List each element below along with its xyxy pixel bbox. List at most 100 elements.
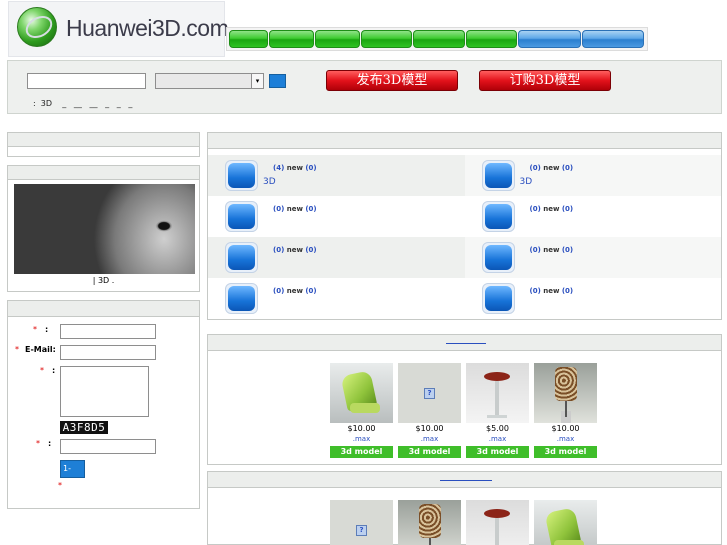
category-new-label: new: [286, 205, 303, 213]
models-panel-featured: ?: [207, 471, 722, 545]
category-item[interactable]: (0) new (0): [464, 237, 721, 278]
model-card[interactable]: [398, 500, 461, 545]
left-panel-empty: [7, 132, 200, 157]
model-price: $5.00: [486, 424, 509, 433]
model-tag[interactable]: 3d model: [398, 446, 461, 458]
model-thumbnail[interactable]: [466, 363, 529, 423]
nav-item-6[interactable]: [465, 30, 518, 48]
model-thumbnail[interactable]: [398, 500, 461, 545]
dots-icon[interactable]: [225, 201, 258, 232]
category-new-label: new: [543, 246, 560, 254]
model-card[interactable]: ?: [330, 500, 393, 545]
nav-item-2[interactable]: [268, 30, 315, 48]
model-thumbnail[interactable]: [534, 363, 597, 423]
model-thumbnail[interactable]: [466, 500, 529, 545]
nav-item-8[interactable]: [581, 30, 645, 48]
chevron-down-icon[interactable]: ▾: [251, 74, 263, 88]
category-item[interactable]: (0) new (0): [464, 196, 721, 237]
category-new-count: (0): [305, 246, 317, 254]
order-model-button[interactable]: 订购3D模型: [479, 70, 611, 91]
category-new-label: new: [286, 287, 303, 295]
category-item[interactable]: (0) new (0) 3D: [464, 155, 721, 196]
banner-image[interactable]: [14, 184, 195, 274]
nav-item-4[interactable]: [360, 30, 413, 48]
category-stats: (0) new (0): [530, 246, 574, 254]
category-name[interactable]: 3D: [520, 177, 533, 187]
model-tag[interactable]: 3d model: [466, 446, 529, 458]
model-card[interactable]: $5.00 .max 3d model: [466, 363, 529, 458]
required-note: *: [58, 481, 62, 490]
model-tag[interactable]: 3d model: [330, 446, 393, 458]
email-field[interactable]: [60, 345, 156, 360]
nav-item-1[interactable]: [229, 30, 268, 48]
submit-button[interactable]: 1-: [60, 460, 85, 478]
models-panel-latest: $10.00 .max 3d model? $10.00 .max 3d model $5.…: [207, 334, 722, 465]
message-label: *:: [40, 366, 56, 375]
broken-image-icon: ?: [356, 524, 367, 536]
publish-model-button[interactable]: 发布3D模型: [326, 70, 458, 91]
robot-icon[interactable]: [225, 160, 258, 191]
nav-item-5[interactable]: [413, 30, 465, 48]
model-format[interactable]: .max: [534, 435, 597, 443]
model-card[interactable]: $10.00 .max 3d model: [330, 363, 393, 458]
model-format[interactable]: .max: [466, 435, 529, 443]
nav-item-7[interactable]: [518, 30, 581, 48]
model-price: $10.00: [415, 424, 444, 433]
model-card[interactable]: $10.00 .max 3d model: [534, 363, 597, 458]
category-stats: (0) new (0): [273, 287, 317, 295]
model-format[interactable]: .max: [398, 435, 461, 443]
book-icon[interactable]: [225, 242, 258, 273]
category-stats: (0) new (0): [273, 205, 317, 213]
search-input[interactable]: [27, 73, 146, 89]
category-item[interactable]: (0) new (0): [208, 196, 465, 237]
main-nav: [226, 27, 648, 51]
panel-header: [8, 166, 199, 180]
email-label: * E-Mail:: [15, 345, 56, 354]
model-card[interactable]: [534, 500, 597, 545]
category-select[interactable]: ▾: [155, 73, 264, 89]
panel-title-link[interactable]: [446, 342, 486, 344]
category-item[interactable]: (0) new (0): [464, 278, 721, 319]
message-textarea[interactable]: [60, 366, 149, 417]
model-tag[interactable]: 3d model: [534, 446, 597, 458]
category-new-count: (0): [561, 246, 574, 254]
clapperboard-icon[interactable]: [481, 201, 515, 232]
category-count: (0): [529, 246, 541, 254]
model-thumbnail[interactable]: ?: [398, 363, 461, 423]
model-thumbnail[interactable]: [534, 500, 597, 545]
category-name[interactable]: 3D: [263, 177, 276, 187]
category-stats: (0) new (0): [273, 246, 317, 254]
category-stats: (0) new (0): [530, 287, 574, 295]
category-item[interactable]: (4) new (0) 3D: [208, 155, 465, 196]
model-card[interactable]: ? $10.00 .max 3d model: [398, 363, 461, 458]
car-icon[interactable]: [481, 283, 515, 314]
logo-text: Huanwei3D.com: [66, 15, 229, 41]
category-new-count: (0): [305, 205, 317, 213]
disc-icon[interactable]: [481, 242, 515, 273]
category-new-label: new: [543, 164, 560, 172]
category-item[interactable]: (0) new (0): [208, 278, 465, 319]
captcha-image: A3F8D5: [60, 421, 108, 434]
category-new-label: new: [543, 287, 560, 295]
category-count: (0): [529, 164, 541, 172]
model-format[interactable]: .max: [330, 435, 393, 443]
panel-header: [208, 133, 721, 149]
category-count: (0): [529, 205, 541, 213]
model-thumbnail[interactable]: ?: [330, 500, 393, 545]
category-item[interactable]: (0) new (0): [208, 237, 465, 278]
site-logo[interactable]: Huanwei3D.com: [8, 1, 229, 57]
sublinks[interactable]: : 3D _ __ __ _ _ _: [33, 99, 132, 108]
model-price: $10.00: [347, 424, 376, 433]
category-stats: (4) new (0): [273, 164, 317, 172]
panel-title-link[interactable]: [440, 479, 492, 481]
figure-icon[interactable]: [225, 283, 258, 314]
speaker-icon[interactable]: [481, 160, 515, 191]
model-card[interactable]: [466, 500, 529, 545]
search-button[interactable]: [269, 74, 286, 88]
category-count: (4): [273, 164, 285, 172]
captcha-input[interactable]: [60, 439, 156, 454]
categories-panel: (4) new (0) 3D (0) new (0) 3D (0) new (0) (0)…: [207, 132, 722, 320]
model-thumbnail[interactable]: [330, 363, 393, 423]
name-field[interactable]: [60, 324, 156, 339]
nav-item-3[interactable]: [315, 30, 360, 48]
